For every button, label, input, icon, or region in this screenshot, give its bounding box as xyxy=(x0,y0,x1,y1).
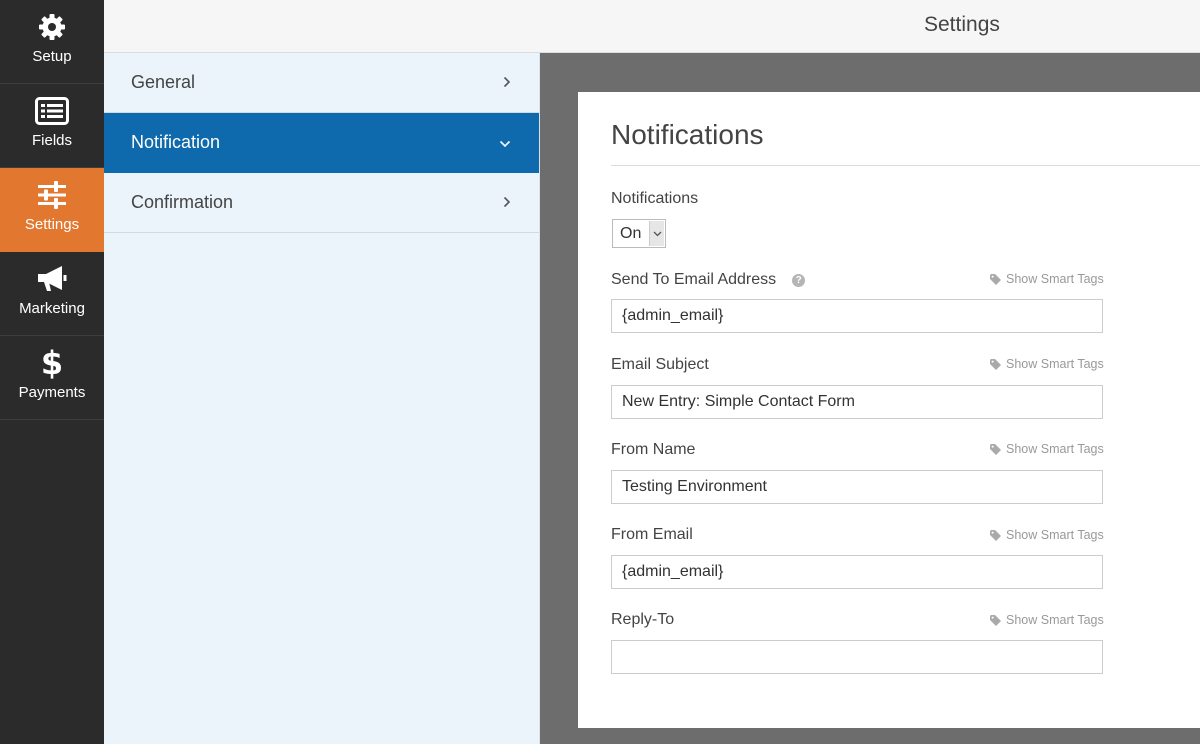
sidebar-item-payments[interactable]: $ Payments xyxy=(0,336,104,420)
panel-title: Notifications xyxy=(611,119,764,150)
tag-icon xyxy=(990,614,1001,626)
chevron-down-icon xyxy=(499,135,511,151)
notifications-select[interactable]: On xyxy=(612,219,666,248)
list-icon xyxy=(35,94,69,128)
content-area: Notifications Notifications On Send To E… xyxy=(540,53,1200,744)
from-name-input[interactable]: Testing Environment xyxy=(611,470,1103,504)
show-smart-tags-link[interactable]: Show Smart Tags xyxy=(990,357,1104,371)
chevron-right-icon xyxy=(503,195,511,211)
smart-tags-label: Show Smart Tags xyxy=(1006,442,1104,456)
subnav-item-notification[interactable]: Notification xyxy=(104,113,539,173)
divider xyxy=(611,165,1200,166)
from-email-input[interactable]: {admin_email} xyxy=(611,555,1103,589)
chevron-right-icon xyxy=(503,75,511,91)
smart-tags-label: Show Smart Tags xyxy=(1006,272,1104,286)
input-value: {admin_email} xyxy=(622,307,724,324)
sidebar-item-label: Settings xyxy=(24,216,80,233)
from-name-label: From Name xyxy=(611,441,696,458)
reply-to-label: Reply-To xyxy=(611,611,675,628)
tag-icon xyxy=(990,443,1001,455)
notifications-label: Notifications xyxy=(611,190,699,207)
sidebar-item-marketing[interactable]: Marketing xyxy=(0,252,104,336)
sidebar-item-label: Marketing xyxy=(19,300,85,317)
smart-tags-label: Show Smart Tags xyxy=(1006,613,1104,627)
show-smart-tags-link[interactable]: Show Smart Tags xyxy=(990,528,1104,542)
field-label-text: Send To Email Address xyxy=(611,271,777,288)
sidebar-item-settings[interactable]: Settings xyxy=(0,168,104,252)
gear-icon xyxy=(35,10,69,44)
top-bar: Settings xyxy=(104,0,1200,53)
send-to-email-input[interactable]: {admin_email} xyxy=(611,299,1103,333)
tag-icon xyxy=(990,358,1001,370)
dollar-icon: $ xyxy=(40,344,64,382)
show-smart-tags-link[interactable]: Show Smart Tags xyxy=(990,613,1104,627)
page-title: Settings xyxy=(924,13,1000,36)
email-subject-input[interactable]: New Entry: Simple Contact Form xyxy=(611,385,1103,419)
subnav-item-label: General xyxy=(131,72,196,92)
megaphone-icon xyxy=(35,262,69,296)
settings-subnav: General Notification Confirmation xyxy=(104,53,540,744)
sidebar-item-label: Setup xyxy=(32,48,72,65)
subnav-item-label: Confirmation xyxy=(131,192,234,212)
tag-icon xyxy=(990,529,1001,541)
tag-icon xyxy=(990,273,1001,285)
show-smart-tags-link[interactable]: Show Smart Tags xyxy=(990,272,1104,286)
builder-sidebar: Setup Fields Settings Marketing $ Paymen… xyxy=(0,0,104,744)
sidebar-item-setup[interactable]: Setup xyxy=(0,0,104,84)
show-smart-tags-link[interactable]: Show Smart Tags xyxy=(990,442,1104,456)
email-subject-label: Email Subject xyxy=(611,356,709,373)
smart-tags-label: Show Smart Tags xyxy=(1006,357,1104,371)
sidebar-item-label: Payments xyxy=(18,384,86,401)
sidebar-item-label: Fields xyxy=(31,132,72,149)
notifications-card: Notifications Notifications On Send To E… xyxy=(578,92,1200,728)
input-value: {admin_email} xyxy=(622,563,724,580)
select-value: On xyxy=(620,224,642,242)
help-icon[interactable]: ? xyxy=(792,273,806,287)
reply-to-input[interactable] xyxy=(611,640,1103,674)
subnav-item-label: Notification xyxy=(131,132,221,152)
chevron-down-icon xyxy=(649,221,664,246)
send-to-label: Send To Email Address ? xyxy=(611,271,806,289)
subnav-item-general[interactable]: General xyxy=(104,53,539,113)
input-value: New Entry: Simple Contact Form xyxy=(622,393,855,410)
subnav-item-confirmation[interactable]: Confirmation xyxy=(104,173,539,233)
from-email-label: From Email xyxy=(611,526,693,543)
sidebar-item-fields[interactable]: Fields xyxy=(0,84,104,168)
sliders-icon xyxy=(35,178,69,212)
smart-tags-label: Show Smart Tags xyxy=(1006,528,1104,542)
input-value: Testing Environment xyxy=(622,478,767,495)
